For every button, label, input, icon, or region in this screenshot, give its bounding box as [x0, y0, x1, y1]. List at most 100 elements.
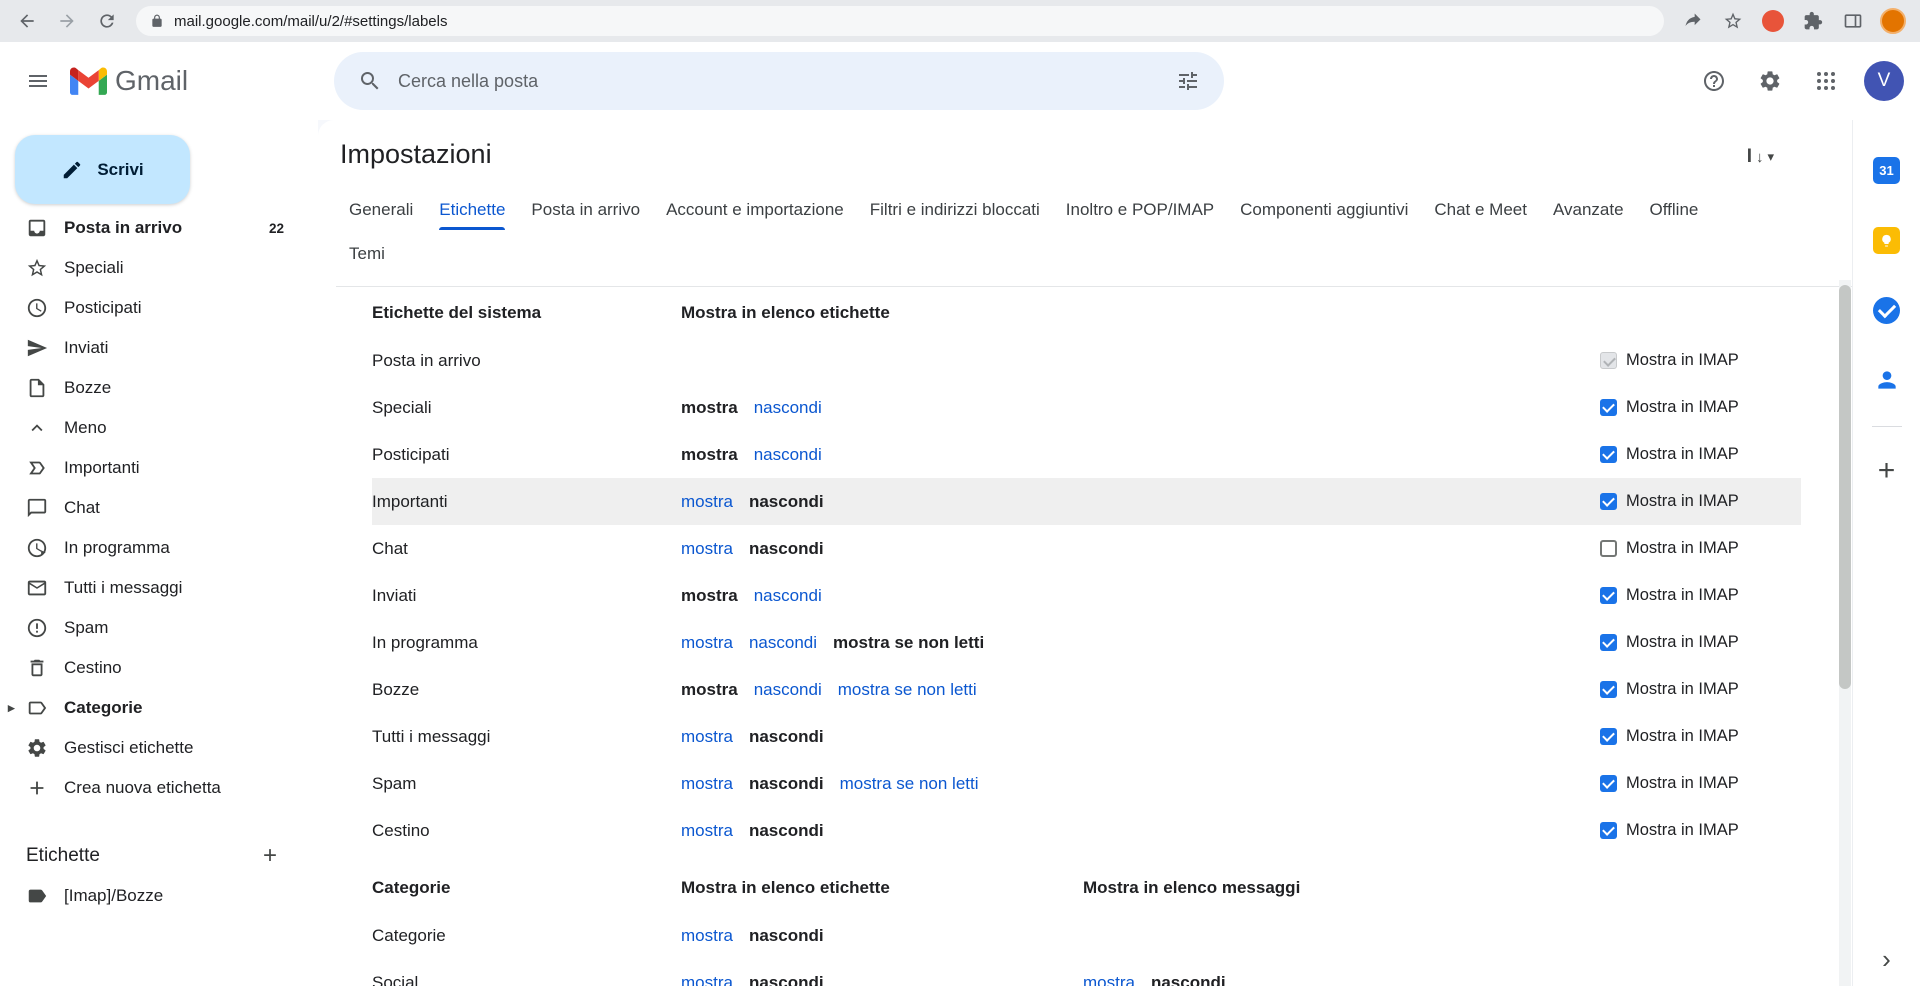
reload-button[interactable] [90, 4, 124, 38]
tab-filtri-e-indirizzi-bloccati[interactable]: Filtri e indirizzi bloccati [857, 188, 1053, 232]
share-icon[interactable] [1676, 4, 1710, 38]
back-button[interactable] [10, 4, 44, 38]
imap-checkbox[interactable] [1600, 540, 1617, 557]
visibility-option[interactable]: nascondi [749, 633, 817, 653]
sidebar-item-posta-in-arrivo[interactable]: Posta in arrivo 22 [0, 208, 302, 248]
contacts-icon[interactable] [1867, 360, 1907, 400]
imap-checkbox[interactable] [1600, 822, 1617, 839]
sidebar-item-tutti-i-messaggi[interactable]: Tutti i messaggi [0, 568, 302, 608]
sidebar-item-categorie[interactable]: ▸ Categorie [0, 688, 302, 728]
help-icon[interactable] [1690, 57, 1738, 105]
imap-checkbox[interactable] [1600, 352, 1617, 369]
tab-offline[interactable]: Offline [1637, 188, 1712, 232]
visibility-option[interactable]: mostra [681, 586, 738, 606]
sidebar-item-gestisci-etichette[interactable]: Gestisci etichette [0, 728, 302, 768]
side-panel-icon[interactable] [1836, 4, 1870, 38]
tab-inoltro-e-pop-imap[interactable]: Inoltro e POP/IMAP [1053, 188, 1227, 232]
settings-gear-icon[interactable] [1746, 57, 1794, 105]
visibility-option[interactable]: nascondi [749, 926, 824, 946]
imap-checkbox[interactable] [1600, 634, 1617, 651]
search-filters-icon[interactable] [1164, 57, 1212, 105]
imap-checkbox[interactable] [1600, 775, 1617, 792]
tab-temi[interactable]: Temi [336, 232, 398, 276]
visibility-option[interactable]: mostra [681, 539, 733, 559]
visibility-option[interactable]: mostra se non letti [833, 633, 984, 653]
sidebar-item-in-programma[interactable]: In programma [0, 528, 302, 568]
visibility-option[interactable]: nascondi [1151, 973, 1226, 986]
account-avatar[interactable]: V [1864, 61, 1904, 101]
column-header: Mostra in elenco etichette [681, 878, 1083, 898]
visibility-option[interactable]: mostra [681, 492, 733, 512]
imap-checkbox[interactable] [1600, 399, 1617, 416]
extension-red-icon[interactable] [1756, 4, 1790, 38]
tab-generali[interactable]: Generali [336, 188, 426, 232]
visibility-option[interactable]: mostra [681, 398, 738, 418]
visibility-option[interactable]: mostra se non letti [840, 774, 979, 794]
tab-componenti-aggiuntivi[interactable]: Componenti aggiuntivi [1227, 188, 1421, 232]
sidebar-item-spam[interactable]: Spam [0, 608, 302, 648]
imap-checkbox[interactable] [1600, 587, 1617, 604]
imap-checkbox[interactable] [1600, 728, 1617, 745]
imap-checkbox[interactable] [1600, 681, 1617, 698]
visibility-option[interactable]: mostra [681, 821, 733, 841]
visibility-option[interactable]: mostra [681, 727, 733, 747]
visibility-option[interactable]: mostra [681, 973, 733, 986]
visibility-option[interactable]: nascondi [749, 774, 824, 794]
visibility-option[interactable]: nascondi [749, 973, 824, 986]
keep-icon[interactable] [1867, 220, 1907, 260]
visibility-option[interactable]: mostra [681, 445, 738, 465]
sidebar-item-importanti[interactable]: Importanti [0, 448, 302, 488]
forward-button[interactable] [50, 4, 84, 38]
visibility-option[interactable]: mostra [1083, 973, 1135, 986]
sidebar-item-cestino[interactable]: Cestino [0, 648, 302, 688]
visibility-option[interactable]: mostra [681, 633, 733, 653]
tab-etichette[interactable]: Etichette [426, 188, 518, 232]
sidebar-item-chat[interactable]: Chat [0, 488, 302, 528]
visibility-option[interactable]: mostra [681, 926, 733, 946]
sidebar-item-posticipati[interactable]: Posticipati [0, 288, 302, 328]
sidebar-item-inviati[interactable]: Inviati [0, 328, 302, 368]
sidebar-label-imap-bozze[interactable]: [Imap]/Bozze [0, 876, 302, 916]
tab-posta-in-arrivo[interactable]: Posta in arrivo [518, 188, 653, 232]
address-bar[interactable]: mail.google.com/mail/u/2/#settings/label… [136, 6, 1664, 36]
sidebar-item-meno[interactable]: Meno [0, 408, 302, 448]
main-menu-icon[interactable] [14, 57, 62, 105]
browser-profile-avatar[interactable] [1880, 8, 1906, 34]
search-input[interactable] [398, 71, 1160, 92]
create-label-plus-icon[interactable]: + [254, 840, 286, 872]
visibility-option[interactable]: nascondi [754, 445, 822, 465]
sidebar-item-crea-nuova-etichetta[interactable]: Crea nuova etichetta [0, 768, 302, 808]
add-addon-icon[interactable]: + [1867, 451, 1907, 491]
visibility-option[interactable]: mostra [681, 774, 733, 794]
visibility-option[interactable]: nascondi [754, 398, 822, 418]
scrollbar-thumb[interactable] [1839, 285, 1851, 689]
bookmark-star-icon[interactable] [1716, 4, 1750, 38]
tab-chat-e-meet[interactable]: Chat e Meet [1421, 188, 1540, 232]
puzzle-extensions-icon[interactable] [1796, 4, 1830, 38]
gmail-logo[interactable]: Gmail [70, 65, 188, 97]
compose-button[interactable]: Scrivi [15, 135, 190, 204]
visibility-option[interactable]: nascondi [749, 727, 824, 747]
google-apps-icon[interactable] [1802, 57, 1850, 105]
tab-account-e-importazione[interactable]: Account e importazione [653, 188, 857, 232]
visibility-option[interactable]: nascondi [749, 821, 824, 841]
visibility-option[interactable]: mostra [681, 680, 738, 700]
search-icon[interactable] [346, 57, 394, 105]
sidebar-item-speciali[interactable]: Speciali [0, 248, 302, 288]
imap-checkbox[interactable] [1600, 446, 1617, 463]
visibility-option[interactable]: nascondi [749, 539, 824, 559]
input-tools-control[interactable]: I ↓ ▾ [1747, 146, 1774, 168]
gmail-m-icon [70, 67, 107, 95]
tasks-icon[interactable] [1867, 290, 1907, 330]
tab-avanzate[interactable]: Avanzate [1540, 188, 1637, 232]
sidebar-item-bozze[interactable]: Bozze [0, 368, 302, 408]
imap-checkbox[interactable] [1600, 493, 1617, 510]
collapse-panel-chevron-icon[interactable]: › [1882, 946, 1891, 972]
visibility-option[interactable]: mostra se non letti [838, 680, 977, 700]
visibility-option[interactable]: nascondi [749, 492, 824, 512]
visibility-option[interactable]: nascondi [754, 680, 822, 700]
calendar-icon[interactable]: 31 [1867, 150, 1907, 190]
visibility-option[interactable]: nascondi [754, 586, 822, 606]
search-bar[interactable] [334, 52, 1224, 110]
expand-arrow-icon[interactable]: ▸ [8, 700, 15, 716]
